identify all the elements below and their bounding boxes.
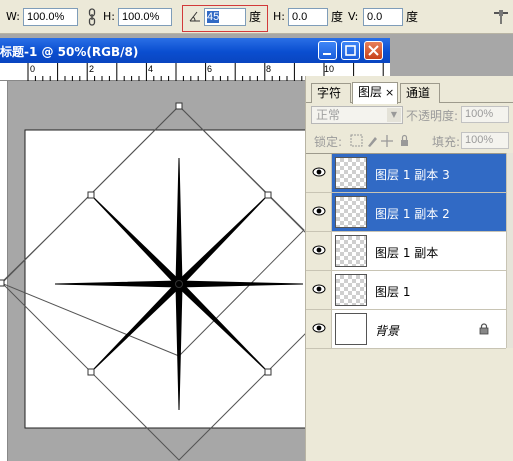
eye-icon bbox=[312, 245, 326, 255]
layer-row[interactable]: 图层 1 bbox=[306, 271, 506, 310]
layer-name: 背景 bbox=[375, 324, 400, 338]
blend-mode-value: 正常 bbox=[316, 108, 341, 122]
skew-v-label: V: bbox=[348, 10, 359, 23]
eye-icon bbox=[312, 167, 326, 177]
rotate-angle-icon bbox=[189, 11, 200, 22]
lock-row: 锁定: 填充: 100% bbox=[306, 131, 513, 153]
skew-v-unit-label: 度 bbox=[406, 10, 419, 24]
blend-mode-select[interactable]: 正常 ▼ bbox=[311, 106, 403, 124]
opacity-field[interactable]: 100% bbox=[461, 106, 509, 123]
handle-bottom-right bbox=[264, 368, 272, 376]
layer-name: 图层 1 bbox=[375, 285, 411, 299]
visibility-toggle[interactable] bbox=[306, 193, 332, 231]
tab-layers[interactable]: 图层 × bbox=[352, 82, 398, 104]
skew-h-unit-label: 度 bbox=[331, 10, 344, 24]
rotation-angle-field[interactable]: 45 bbox=[204, 8, 246, 26]
fill-label: 填充: bbox=[432, 135, 461, 149]
layer-row[interactable]: 图层 1 副本 bbox=[306, 232, 506, 271]
layer-row[interactable]: 图层 1 副本 2 bbox=[306, 193, 506, 232]
blend-row: 正常 ▼ 不透明度: 100% bbox=[306, 106, 513, 128]
rotation-angle-value: 45 bbox=[207, 11, 220, 23]
lock-transparent-icon bbox=[350, 134, 363, 147]
skew-v-field[interactable]: 0.0 bbox=[363, 8, 403, 26]
handle-top bbox=[175, 102, 183, 110]
lock-label: 锁定: bbox=[314, 135, 343, 149]
layers-panel: 字符 图层 × 通道 正常 ▼ 不透明度: 100% 锁定: 填充: 100% 图… bbox=[305, 76, 513, 461]
lock-position-icon bbox=[381, 135, 393, 147]
link-chain-icon[interactable] bbox=[87, 8, 97, 26]
handle-left bbox=[0, 279, 5, 287]
layer-name: 图层 1 副本 bbox=[375, 246, 439, 260]
height-field[interactable]: 100.0% bbox=[118, 8, 172, 26]
eye-icon bbox=[312, 206, 326, 216]
lock-icon bbox=[479, 323, 489, 335]
handle-top-left bbox=[87, 191, 95, 199]
tab-character[interactable]: 字符 bbox=[311, 83, 351, 103]
layers-list: 图层 1 副本 3 图层 1 副本 2 图层 1 副本 图层 1 背景 bbox=[306, 153, 513, 349]
lock-options bbox=[350, 134, 408, 147]
opacity-label: 不透明度: bbox=[406, 109, 459, 123]
transform-options-bar: W: 100.0% H: 100.0% 45 度 H: 0.0 度 V: 0.0… bbox=[0, 0, 513, 34]
eye-icon bbox=[312, 323, 326, 333]
height-label: H: bbox=[103, 10, 115, 23]
options-toggle-icon[interactable] bbox=[493, 9, 509, 25]
handle-bottom-left bbox=[87, 368, 95, 376]
visibility-toggle[interactable] bbox=[306, 154, 332, 192]
angle-unit-label: 度 bbox=[249, 10, 262, 24]
panel-tabs: 字符 图层 × 通道 bbox=[306, 81, 513, 104]
skew-h-field[interactable]: 0.0 bbox=[288, 8, 328, 26]
lock-pixels-icon bbox=[368, 137, 377, 147]
fill-field[interactable]: 100% bbox=[461, 132, 509, 149]
layer-thumbnail bbox=[335, 235, 367, 267]
canvas-page bbox=[24, 129, 311, 429]
handle-top-right bbox=[264, 191, 272, 199]
width-field[interactable]: 100.0% bbox=[23, 8, 78, 26]
tab-character-label: 字符 bbox=[317, 86, 342, 100]
visibility-toggle[interactable] bbox=[306, 271, 332, 309]
layer-thumbnail bbox=[335, 196, 367, 228]
tab-channels[interactable]: 通道 bbox=[400, 83, 440, 103]
lock-all-icon bbox=[401, 140, 408, 146]
layer-row[interactable]: 图层 1 副本 3 bbox=[306, 154, 506, 193]
layer-name: 图层 1 副本 2 bbox=[375, 207, 450, 221]
visibility-toggle[interactable] bbox=[306, 310, 332, 348]
chevron-down-icon: ▼ bbox=[387, 108, 401, 122]
layers-scrollbar[interactable] bbox=[506, 153, 513, 348]
layer-thumbnail bbox=[335, 313, 367, 345]
visibility-toggle[interactable] bbox=[306, 232, 332, 270]
tab-layers-label: 图层 bbox=[358, 85, 383, 99]
layer-thumbnail bbox=[335, 274, 367, 306]
eye-icon bbox=[312, 284, 326, 294]
skew-h-label: H: bbox=[273, 10, 285, 23]
tab-close-icon[interactable]: × bbox=[385, 86, 394, 99]
layer-thumbnail bbox=[335, 157, 367, 189]
width-label: W: bbox=[6, 10, 20, 23]
layer-name: 图层 1 副本 3 bbox=[375, 168, 450, 182]
layer-row[interactable]: 背景 bbox=[306, 310, 506, 349]
tab-channels-label: 通道 bbox=[406, 86, 431, 100]
